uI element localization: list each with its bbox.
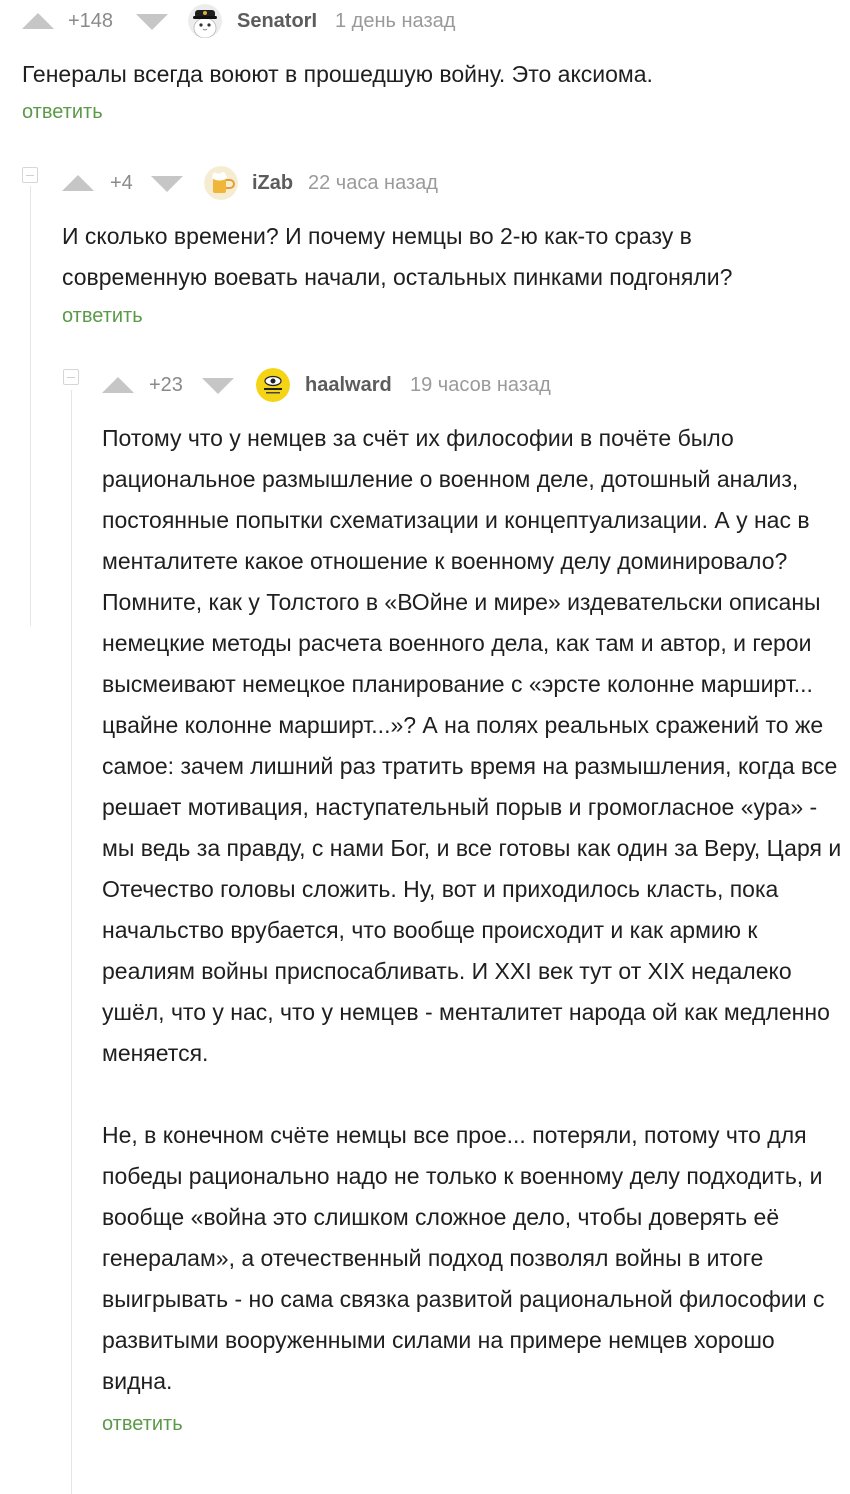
comment-senatori: +148 SenatorI 1 день назад Генералы всег… (22, 0, 850, 124)
vote-down-icon[interactable] (136, 14, 168, 30)
cat-in-captain-hat-avatar-icon[interactable] (188, 4, 222, 38)
comment-header: +148 SenatorI 1 день назад (22, 0, 850, 42)
comment-haalward: +23 haalward 19 часов назад Потому что у… (63, 364, 850, 1436)
yellow-eye-badge-avatar-icon[interactable] (256, 368, 290, 402)
comment-time[interactable]: 22 часа назад (308, 171, 438, 195)
comment-paragraph: Потому что у немцев за счёт их философии… (102, 425, 842, 1066)
comment-text: И сколько времени? И почему немцы во 2-ю… (62, 223, 733, 290)
vote-down-icon[interactable] (202, 378, 234, 394)
comment-rating: +23 (149, 374, 183, 396)
comment-izab: +4 iZab 22 часа назад И сколько времени?… (22, 162, 850, 328)
comment-header: +4 iZab 22 часа назад (62, 162, 850, 204)
vote-up-icon[interactable] (102, 377, 134, 393)
beer-mug-avatar-icon[interactable] (204, 166, 238, 200)
comment-author[interactable]: SenatorI (237, 9, 317, 33)
reply-button[interactable]: ответить (62, 304, 143, 328)
vote-down-icon[interactable] (151, 176, 183, 192)
comment-time[interactable]: 19 часов назад (410, 373, 551, 397)
comment-text: Генералы всегда воюют в прошедшую войну.… (22, 61, 653, 87)
collapse-thread-icon[interactable] (22, 167, 38, 183)
comment-paragraph: Не, в конечном счёте немцы все прое... п… (102, 1122, 825, 1394)
thread-line-level-1[interactable] (30, 186, 31, 626)
comment-rating: +148 (68, 10, 114, 32)
reply-button[interactable]: ответить (22, 100, 103, 124)
vote-up-icon[interactable] (22, 13, 54, 29)
vote-up-icon[interactable] (62, 175, 94, 191)
collapse-thread-icon[interactable] (63, 369, 79, 385)
reply-button[interactable]: ответить (102, 1412, 183, 1436)
thread-line-level-2[interactable] (71, 390, 72, 1494)
comment-author[interactable]: iZab (252, 171, 293, 195)
comment-header: +23 haalward 19 часов назад (102, 364, 850, 406)
comment-rating: +4 (110, 172, 133, 194)
comment-author[interactable]: haalward (305, 373, 392, 397)
comment-time[interactable]: 1 день назад (335, 9, 455, 33)
